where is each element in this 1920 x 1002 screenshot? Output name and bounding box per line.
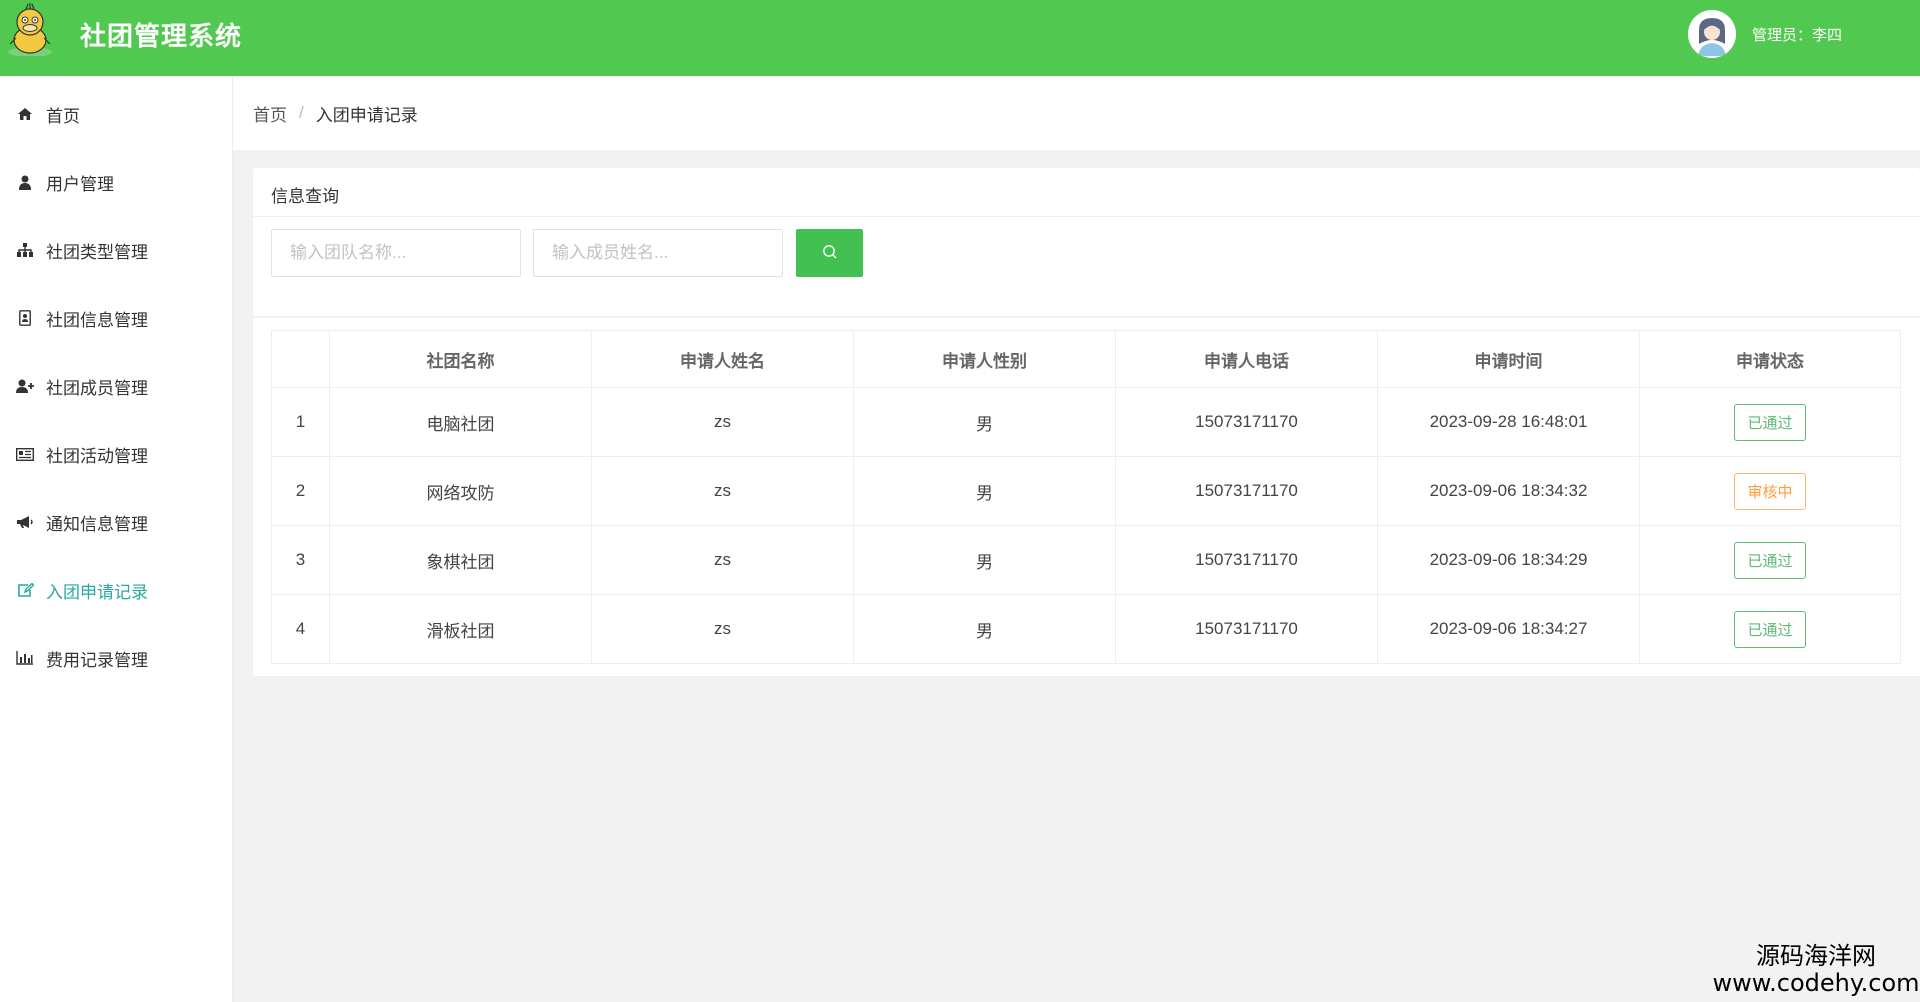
- apply-time-cell: 2023-09-06 18:34:32: [1377, 456, 1640, 526]
- user-icon: [14, 173, 36, 191]
- status-badge[interactable]: 已通过: [1734, 541, 1806, 579]
- sidebar-item-label: 入团申请记录: [46, 582, 148, 602]
- query-panel: 信息查询: [253, 168, 1920, 316]
- applicant-phone-cell: 15073171170: [1115, 594, 1378, 664]
- home-icon: [14, 105, 36, 123]
- applicant-name-cell: zs: [591, 387, 854, 457]
- sidebar-item-club-members[interactable]: 社团成员管理: [0, 356, 233, 416]
- table-row: 1 电脑社团 zs 男 15073171170 2023-09-28 16:48…: [271, 387, 1901, 457]
- user-plus-icon: [14, 377, 36, 395]
- column-header-index: [271, 330, 330, 388]
- column-header-club-name: 社团名称: [329, 330, 592, 388]
- admin-name-label[interactable]: 管理员：李四: [1752, 24, 1842, 45]
- duck-mascot-icon: [0, 0, 62, 57]
- status-cell: 审核中: [1639, 456, 1901, 526]
- row-index: 4: [271, 594, 330, 664]
- search-icon: [822, 244, 838, 263]
- newspaper-icon: [14, 445, 36, 463]
- search-button[interactable]: [796, 229, 863, 277]
- applicant-name-cell: zs: [591, 456, 854, 526]
- sidebar-item-label: 社团信息管理: [46, 310, 148, 330]
- applicant-phone-cell: 15073171170: [1115, 456, 1378, 526]
- divider: [253, 216, 1920, 217]
- sidebar-item-club-info[interactable]: 社团信息管理: [0, 288, 233, 348]
- status-cell: 已通过: [1639, 594, 1901, 664]
- sidebar-item-users[interactable]: 用户管理: [0, 152, 233, 212]
- column-header-applicant-name: 申请人姓名: [591, 330, 854, 388]
- status-badge[interactable]: 已通过: [1734, 610, 1806, 648]
- apply-time-cell: 2023-09-06 18:34:29: [1377, 525, 1640, 595]
- applicant-gender-cell: 男: [853, 594, 1116, 664]
- applicant-phone-cell: 15073171170: [1115, 387, 1378, 457]
- app-title: 社团管理系统: [80, 21, 243, 51]
- sidebar-item-label: 费用记录管理: [46, 650, 148, 670]
- club-name-cell: 电脑社团: [329, 387, 592, 457]
- edit-icon: [14, 581, 36, 599]
- column-header-apply-status: 申请状态: [1639, 330, 1901, 388]
- applications-table-panel: 社团名称 申请人姓名 申请人性别 申请人电话 申请时间 申请状态 1 电脑社团 …: [253, 318, 1920, 676]
- sidebar-item-label: 社团成员管理: [46, 378, 148, 398]
- applicant-gender-cell: 男: [853, 387, 1116, 457]
- sidebar-item-notices[interactable]: 通知信息管理: [0, 492, 233, 552]
- status-cell: 已通过: [1639, 525, 1901, 595]
- watermark-line-1: 源码海洋网: [1756, 943, 1876, 970]
- watermark: 源码海洋网 www.codehy.com: [1712, 943, 1920, 997]
- club-name-cell: 象棋社团: [329, 525, 592, 595]
- sidebar-item-club-types[interactable]: 社团类型管理: [0, 220, 233, 280]
- row-index: 1: [271, 387, 330, 457]
- column-header-applicant-phone: 申请人电话: [1115, 330, 1378, 388]
- applicant-name-cell: zs: [591, 525, 854, 595]
- sidebar-item-home[interactable]: 首页: [0, 84, 233, 144]
- status-badge[interactable]: 审核中: [1734, 472, 1806, 510]
- table-header-row: 社团名称 申请人姓名 申请人性别 申请人电话 申请时间 申请状态: [271, 330, 1901, 388]
- applicant-gender-cell: 男: [853, 456, 1116, 526]
- user-avatar-icon[interactable]: [1688, 10, 1736, 58]
- id-card-icon: [14, 309, 36, 327]
- member-name-input[interactable]: [533, 229, 783, 277]
- club-name-cell: 滑板社团: [329, 594, 592, 664]
- sidebar-item-label: 社团类型管理: [46, 242, 148, 262]
- column-header-apply-time: 申请时间: [1377, 330, 1640, 388]
- query-panel-title: 信息查询: [271, 187, 339, 206]
- table-row: 3 象棋社团 zs 男 15073171170 2023-09-06 18:34…: [271, 525, 1901, 595]
- apply-time-cell: 2023-09-28 16:48:01: [1377, 387, 1640, 457]
- top-header: 社团管理系统 管理员：李四: [0, 0, 1920, 76]
- table-row: 4 滑板社团 zs 男 15073171170 2023-09-06 18:34…: [271, 594, 1901, 664]
- sidebar-item-label: 社团活动管理: [46, 446, 148, 466]
- bullhorn-icon: [14, 513, 36, 531]
- row-index: 2: [271, 456, 330, 526]
- apply-time-cell: 2023-09-06 18:34:27: [1377, 594, 1640, 664]
- applicant-gender-cell: 男: [853, 525, 1116, 595]
- status-badge[interactable]: 已通过: [1734, 403, 1806, 441]
- sitemap-icon: [14, 241, 36, 259]
- sidebar-item-label: 用户管理: [46, 174, 114, 194]
- breadcrumb-home-link[interactable]: 首页: [253, 101, 287, 126]
- sidebar: 首页 用户管理 社团类型管理 社团信息管理 社团成员管理 社团活动管理 通知信息…: [0, 76, 233, 1002]
- table-row: 2 网络攻防 zs 男 15073171170 2023-09-06 18:34…: [271, 456, 1901, 526]
- bar-chart-icon: [14, 649, 36, 667]
- column-header-applicant-gender: 申请人性别: [853, 330, 1116, 388]
- team-name-input[interactable]: [271, 229, 521, 277]
- row-index: 3: [271, 525, 330, 595]
- sidebar-item-club-activities[interactable]: 社团活动管理: [0, 424, 233, 484]
- sidebar-item-label: 通知信息管理: [46, 514, 148, 534]
- applicant-phone-cell: 15073171170: [1115, 525, 1378, 595]
- breadcrumb-separator: /: [299, 103, 304, 122]
- status-cell: 已通过: [1639, 387, 1901, 457]
- sidebar-item-label: 首页: [46, 106, 80, 126]
- club-name-cell: 网络攻防: [329, 456, 592, 526]
- applications-table: 社团名称 申请人姓名 申请人性别 申请人电话 申请时间 申请状态 1 电脑社团 …: [271, 330, 1901, 664]
- watermark-line-2: www.codehy.com: [1712, 969, 1920, 997]
- sidebar-item-fees[interactable]: 费用记录管理: [0, 628, 233, 688]
- sidebar-item-join-applications[interactable]: 入团申请记录: [0, 560, 233, 620]
- breadcrumb-current: 入团申请记录: [315, 105, 418, 125]
- breadcrumb: 首页 / 入团申请记录: [233, 76, 1920, 150]
- applicant-name-cell: zs: [591, 594, 854, 664]
